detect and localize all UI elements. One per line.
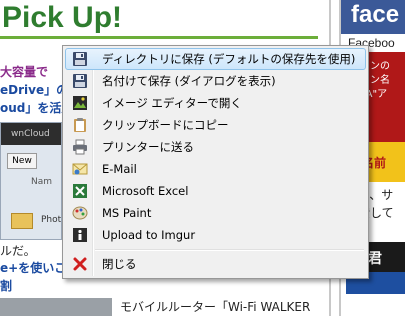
- article-link[interactable]: 割: [0, 278, 12, 294]
- excel-icon: [66, 181, 94, 201]
- menu-item-label: Upload to Imgur: [102, 228, 196, 242]
- menu-item-label: 名付けて保存 (ダイアログを表示): [102, 74, 276, 88]
- email-icon: [66, 159, 94, 179]
- thumbnail-titlebar: wnCloud: [1, 123, 61, 145]
- floppy-disk-icon: [66, 71, 94, 91]
- printer-icon: [66, 137, 94, 157]
- article-text: ルだ。: [0, 244, 36, 258]
- article-link[interactable]: eDrive」の: [0, 82, 68, 98]
- menu-separator: [65, 246, 366, 253]
- thumbnail-new-button: New: [7, 153, 37, 169]
- image-editor-icon: [66, 93, 94, 113]
- menu-item-label: ディレクトリに保存 (デフォルトの保存先を使用): [102, 52, 356, 66]
- menu-item-label: MS Paint: [102, 206, 152, 220]
- menu-item-label: 閉じる: [102, 257, 137, 271]
- folder-icon: [11, 213, 33, 229]
- menu-item-label: プリンターに送る: [102, 140, 194, 154]
- menu-item-ms-paint[interactable]: MS Paint: [65, 202, 366, 224]
- menu-item-save-to-directory[interactable]: ディレクトリに保存 (デフォルトの保存先を使用): [65, 48, 366, 70]
- menu-item-microsoft-excel[interactable]: Microsoft Excel: [65, 180, 366, 202]
- menu-item-close[interactable]: 閉じる: [65, 253, 366, 275]
- owncloud-thumbnail[interactable]: wnCloud New Nam Phot: [0, 122, 62, 240]
- close-icon: [66, 254, 94, 274]
- facebook-logo[interactable]: face: [341, 0, 405, 34]
- menu-item-label: イメージ エディターで開く: [102, 96, 242, 110]
- imgur-icon: [66, 225, 94, 245]
- article-link[interactable]: 大容量で: [0, 64, 48, 80]
- menu-item-label: クリップボードにコピー: [102, 118, 229, 132]
- clipboard-icon: [66, 115, 94, 135]
- menu-item-send-to-printer[interactable]: プリンターに送る: [65, 136, 366, 158]
- news-headline[interactable]: モバイルルーター「Wi-Fi WALKER: [120, 298, 310, 315]
- floppy-disk-icon: [66, 49, 94, 69]
- menu-item-label: Microsoft Excel: [102, 184, 189, 198]
- pickup-heading: Pick Up!: [2, 1, 123, 34]
- heading-underline: [0, 36, 318, 39]
- article-link[interactable]: e+を使いこ: [0, 260, 66, 276]
- news-thumbnail[interactable]: [0, 298, 112, 316]
- thumbnail-label: Phot: [41, 215, 62, 225]
- menu-item-save-as[interactable]: 名付けて保存 (ダイアログを表示): [65, 70, 366, 92]
- menu-item-label: E-Mail: [102, 162, 137, 176]
- screenshot-context-menu: ディレクトリに保存 (デフォルトの保存先を使用) 名付けて保存 (ダイアログを表…: [62, 45, 369, 279]
- thumbnail-column: Nam: [31, 177, 53, 187]
- menu-item-copy-to-clipboard[interactable]: クリップボードにコピー: [65, 114, 366, 136]
- menu-item-upload-to-imgur[interactable]: Upload to Imgur: [65, 224, 366, 246]
- paint-icon: [66, 203, 94, 223]
- menu-item-open-in-image-editor[interactable]: イメージ エディターで開く: [65, 92, 366, 114]
- menu-item-email[interactable]: E-Mail: [65, 158, 366, 180]
